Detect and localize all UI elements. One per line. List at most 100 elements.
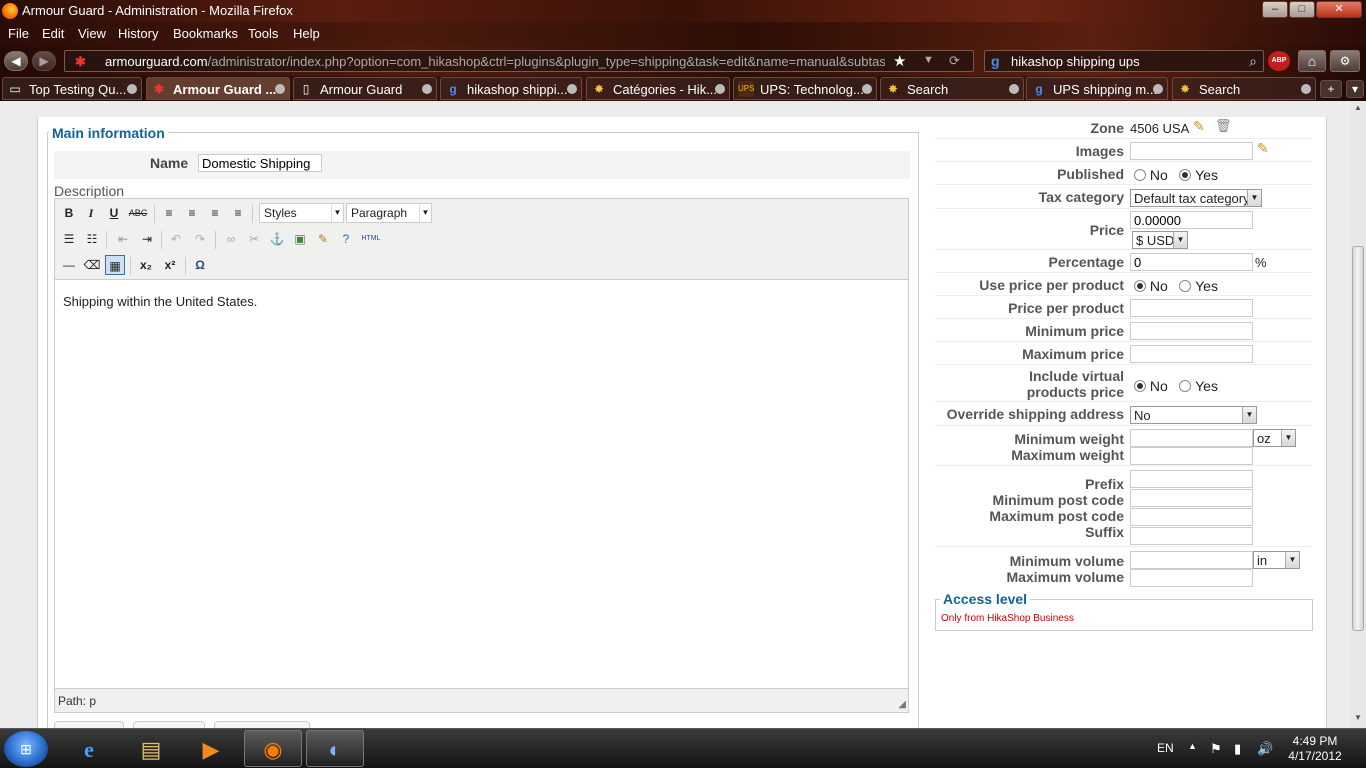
adblock-icon[interactable]: ABP — [1268, 51, 1290, 71]
menu-view[interactable]: View — [78, 26, 106, 41]
published-no-radio[interactable] — [1134, 169, 1146, 181]
page-scrollbar[interactable]: ▲ ▼ — [1350, 101, 1366, 728]
cleanup-icon[interactable]: ✎ — [313, 229, 333, 249]
help-icon[interactable]: ? — [336, 229, 356, 249]
name-input[interactable] — [198, 154, 322, 172]
menu-bookmarks[interactable]: Bookmarks — [173, 26, 238, 41]
tab-search-1[interactable]: ✸ Search — [880, 77, 1024, 100]
system-clock[interactable]: 4:49 PM 4/17/2012 — [1280, 734, 1350, 764]
menu-help[interactable]: Help — [293, 26, 320, 41]
start-button-icon[interactable]: ⊞ — [4, 731, 48, 767]
italic-icon[interactable]: I — [81, 203, 101, 223]
address-bar[interactable]: ✱ armourguard.com/administrator/index.ph… — [64, 50, 974, 72]
align-left-icon[interactable]: ≡ — [159, 203, 179, 223]
include-virtual-yes-radio[interactable] — [1179, 380, 1192, 392]
paragraph-select[interactable]: Paragraph ▼ — [346, 203, 432, 223]
visual-aid-icon[interactable]: ▦ — [105, 255, 125, 275]
bookmark-star-icon[interactable]: ★ — [893, 52, 906, 70]
firefox-taskbar-icon[interactable]: ◉ — [244, 730, 302, 767]
internet-explorer-icon[interactable]: e — [60, 730, 118, 767]
toolbar-menu-icon[interactable]: ⚙ — [1330, 50, 1360, 72]
scroll-down-icon[interactable]: ▼ — [1350, 713, 1366, 727]
minimize-button[interactable]: – — [1262, 1, 1288, 18]
tab-armour-guard[interactable]: ▯ Armour Guard — [293, 77, 437, 100]
network-icon[interactable]: ▮ — [1234, 741, 1241, 757]
file-explorer-icon[interactable]: ▤ — [122, 730, 180, 767]
minimum-post-code-input[interactable] — [1130, 489, 1253, 507]
close-button[interactable]: ✕ — [1316, 1, 1362, 18]
prefix-input[interactable] — [1130, 470, 1253, 488]
remove-format-icon[interactable]: ⌫ — [82, 255, 102, 275]
outdent-icon[interactable]: ⇤ — [113, 229, 133, 249]
include-virtual-no-radio[interactable] — [1134, 380, 1146, 392]
forward-button[interactable]: ▶ — [32, 51, 56, 71]
minimum-volume-input[interactable] — [1130, 551, 1253, 569]
close-tab-icon[interactable] — [275, 84, 285, 94]
maximum-post-code-input[interactable] — [1130, 508, 1253, 526]
weight-unit-select[interactable]: oz ▼ — [1253, 429, 1296, 447]
google-search-icon[interactable]: g — [991, 53, 1000, 69]
underline-icon[interactable]: U — [104, 203, 124, 223]
price-per-product-input[interactable] — [1130, 299, 1253, 317]
styles-select[interactable]: Styles ▼ — [259, 203, 344, 223]
search-icon[interactable]: ⌕ — [1249, 53, 1257, 70]
use-price-per-product-yes-radio[interactable] — [1179, 280, 1192, 292]
currency-select[interactable]: $ USD ▼ — [1132, 231, 1188, 249]
percentage-input[interactable] — [1130, 253, 1253, 271]
strikethrough-icon[interactable]: ABC — [128, 203, 148, 223]
align-justify-icon[interactable]: ≡ — [228, 203, 248, 223]
minimum-weight-input[interactable] — [1130, 429, 1253, 447]
maximize-button[interactable]: □ — [1289, 1, 1315, 18]
link-icon[interactable]: ∞ — [221, 229, 241, 249]
tab-ups-shipping[interactable]: g UPS shipping m... — [1026, 77, 1168, 100]
list-tabs-icon[interactable]: ▾ — [1346, 80, 1364, 98]
tab-ups-technology[interactable]: UPS UPS: Technolog... — [733, 77, 877, 100]
align-center-icon[interactable]: ≡ — [182, 203, 202, 223]
undo-icon[interactable]: ↶ — [166, 229, 186, 249]
show-hidden-icons-icon[interactable]: ▲ — [1188, 741, 1197, 751]
tab-search-2[interactable]: ✸ Search — [1172, 77, 1316, 100]
action-center-icon[interactable]: ⚑ — [1210, 741, 1222, 757]
volume-icon[interactable]: 🔊 — [1257, 741, 1273, 757]
scrollbar-thumb[interactable] — [1352, 246, 1364, 631]
override-shipping-select[interactable]: No ▼ — [1130, 406, 1257, 424]
volume-unit-select[interactable]: in ▼ — [1253, 551, 1300, 569]
align-right-icon[interactable]: ≡ — [205, 203, 225, 223]
add-image-icon[interactable]: ✎ — [1257, 140, 1273, 156]
tab-armour-guard-admin[interactable]: ✱ Armour Guard ... — [146, 77, 290, 100]
minimum-price-input[interactable] — [1130, 322, 1253, 340]
maximum-weight-input[interactable] — [1130, 447, 1253, 465]
published-yes-radio[interactable] — [1179, 169, 1192, 181]
special-character-icon[interactable]: Ω — [190, 255, 210, 275]
redo-icon[interactable]: ↷ — [190, 229, 210, 249]
menu-history[interactable]: History — [118, 26, 158, 41]
close-tab-icon[interactable] — [422, 84, 432, 94]
numbered-list-icon[interactable]: ☷ — [82, 229, 102, 249]
resize-handle-icon[interactable]: ◢ — [898, 699, 906, 710]
suffix-input[interactable] — [1130, 527, 1253, 545]
close-tab-icon[interactable] — [1009, 84, 1019, 94]
scroll-up-icon[interactable]: ▲ — [1350, 103, 1366, 117]
menu-tools[interactable]: Tools — [248, 26, 278, 41]
search-bar[interactable]: g hikashop shipping ups ⌕ — [984, 50, 1264, 72]
subscript-icon[interactable]: x₂ — [136, 255, 156, 275]
html-source-icon[interactable]: HTML — [359, 229, 383, 249]
close-tab-icon[interactable] — [567, 84, 577, 94]
close-tab-icon[interactable] — [715, 84, 725, 94]
language-indicator[interactable]: EN — [1157, 741, 1174, 755]
reload-icon[interactable]: ⟳ — [949, 53, 960, 69]
tab-hikashop-shipping[interactable]: g hikashop shippi... — [440, 77, 582, 100]
anchor-icon[interactable]: ⚓ — [267, 229, 287, 249]
url-dropdown-icon[interactable]: ▼ — [923, 54, 934, 66]
maximum-price-input[interactable] — [1130, 345, 1253, 363]
media-center-icon[interactable]: ◐ — [306, 730, 364, 767]
image-icon[interactable]: ▣ — [290, 229, 310, 249]
edit-zone-icon[interactable]: ✎ — [1193, 118, 1209, 134]
close-tab-icon[interactable] — [1301, 84, 1311, 94]
unlink-icon[interactable]: ✂ — [244, 229, 264, 249]
bold-icon[interactable]: B — [59, 203, 79, 223]
editor-content-area[interactable]: Shipping within the United States. — [55, 279, 908, 689]
media-player-icon[interactable]: ▶ — [182, 730, 240, 767]
superscript-icon[interactable]: x² — [160, 255, 180, 275]
use-price-per-product-no-radio[interactable] — [1134, 280, 1146, 292]
